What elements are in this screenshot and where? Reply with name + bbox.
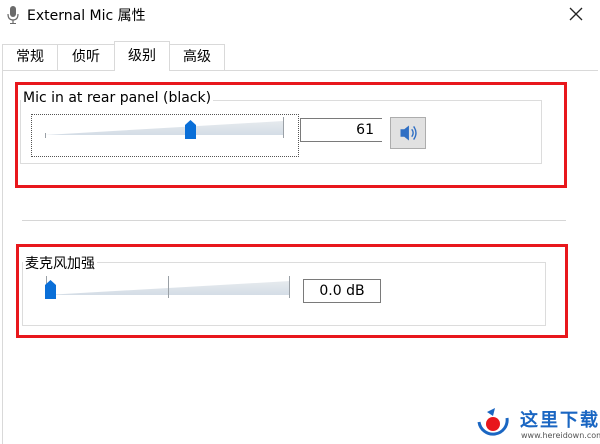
watermark-logo xyxy=(477,408,509,436)
tab-general[interactable]: 常规 xyxy=(2,44,58,70)
close-icon[interactable] xyxy=(566,4,586,24)
highlight-box-boost xyxy=(16,244,568,338)
section-divider xyxy=(22,220,566,221)
highlight-box-mic xyxy=(15,82,567,188)
window-title: External Mic 属性 xyxy=(27,8,146,24)
tab-levels[interactable]: 级别 xyxy=(114,41,170,71)
watermark-brand: 这里下载 xyxy=(520,410,600,431)
tab-advanced[interactable]: 高级 xyxy=(169,44,225,70)
tab-listen[interactable]: 侦听 xyxy=(57,44,115,70)
title-bar: External Mic 属性 xyxy=(0,0,600,30)
microphone-icon xyxy=(7,6,19,24)
watermark-url: www.hereidown.com xyxy=(521,431,600,440)
